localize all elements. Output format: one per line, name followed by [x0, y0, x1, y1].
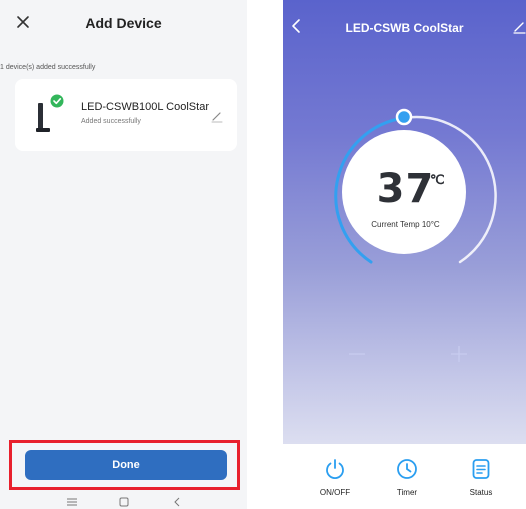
done-button[interactable]: Done [25, 450, 227, 480]
temperature-readout: 37 ℃ Current Temp 10°C [343, 130, 468, 255]
current-temperature: Current Temp 10°C [371, 220, 440, 229]
header: Add Device [0, 0, 247, 48]
clock-icon [397, 459, 417, 479]
device-card[interactable]: LED-CSWB100L CoolStar Added successfully [15, 79, 237, 151]
device-name: LED-CSWB100L CoolStar [81, 101, 209, 113]
plus-icon [451, 346, 467, 362]
power-icon [326, 459, 344, 480]
set-temperature: 37 [376, 166, 435, 212]
device-status: Added successfully [81, 118, 141, 125]
power-control[interactable]: ON/OFF [305, 458, 365, 504]
menu-icon[interactable] [66, 498, 78, 506]
page-title: Add Device [85, 15, 162, 31]
status-label: Status [469, 488, 493, 497]
power-label: ON/OFF [319, 488, 351, 497]
increase-temp-button[interactable] [449, 344, 469, 364]
device-thumbnail-icon [36, 94, 64, 132]
add-device-screen: Add Device 1 device(s) added successfull… [0, 0, 247, 509]
edit-icon[interactable] [512, 20, 526, 34]
success-note: 1 device(s) added successfully [0, 64, 96, 71]
timer-control[interactable]: Timer [377, 458, 437, 504]
dial-handle [395, 108, 413, 126]
status-control[interactable]: Status [451, 458, 511, 504]
timer-label: Timer [396, 488, 418, 497]
thermostat-screen: LED-CSWB CoolStar 37 ℃ Current Temp 10°C… [283, 0, 526, 509]
home-icon[interactable] [119, 497, 129, 507]
device-title: LED-CSWB CoolStar [345, 21, 464, 35]
temperature-unit: ℃ [430, 172, 445, 187]
system-nav-bar [0, 493, 247, 509]
decrease-temp-button[interactable] [347, 344, 367, 364]
document-icon [472, 459, 490, 479]
back-nav-icon[interactable] [173, 497, 181, 507]
edit-name-icon[interactable] [209, 108, 225, 124]
